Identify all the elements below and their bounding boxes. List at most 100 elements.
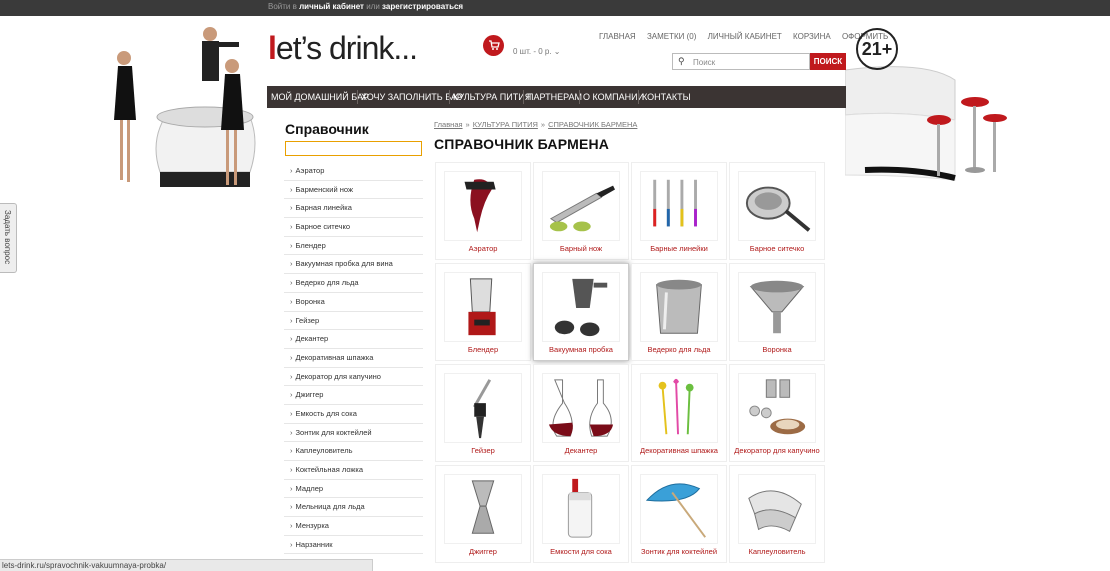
product-caption: Вакуумная пробка (549, 345, 613, 354)
ask-question-tab[interactable]: Задать вопрос (0, 203, 17, 273)
product-caption: Гейзер (471, 446, 495, 455)
sidebar-item[interactable]: Барная линейка (284, 199, 423, 219)
sidebar-filter-input[interactable] (285, 141, 422, 156)
product-caption: Емкости для сока (550, 547, 612, 556)
product-caption: Барное ситечко (749, 244, 805, 253)
product-card-drip-catcher[interactable]: Каплеуловитель (729, 465, 825, 563)
sidebar-item[interactable]: Зонтик для коктейлей (284, 424, 423, 443)
product-card-ice-bucket[interactable]: Ведерко для льда (631, 263, 727, 361)
product-caption: Блендер (467, 345, 499, 354)
ice-bucket-image (640, 272, 718, 342)
juice-container-image (542, 474, 620, 544)
cart-icon[interactable] (483, 35, 504, 56)
decanter-image (542, 373, 620, 443)
nav-item-home-bar[interactable]: МОЙ ДОМАШНИЙ БАР (271, 86, 369, 108)
sidebar-item[interactable]: Декоративная шпажка (284, 349, 423, 368)
sidebar-item[interactable]: Нарзанник (284, 536, 423, 555)
bar-people-image (114, 27, 256, 187)
product-card-juice-container[interactable]: Емкости для сока (533, 465, 629, 563)
product-card-jigger[interactable]: Джиггер (435, 465, 531, 563)
breadcrumb-current[interactable]: СПРАВОЧНИК БАРМЕНА (548, 120, 637, 129)
breadcrumb-home[interactable]: Главная (434, 120, 463, 129)
sidebar-item[interactable]: Вакуумная пробка для вина (284, 255, 423, 275)
product-card-vacuum-stopper[interactable]: Вакуумная пробка (533, 263, 629, 361)
cart-summary-text: 0 шт. - 0 р. (513, 47, 552, 56)
bar-rulers-image (640, 171, 718, 241)
sidebar-item[interactable]: Джиггер (284, 386, 423, 405)
sidebar-item[interactable]: Декоратор для капучино (284, 368, 423, 387)
ask-question-label: Задать вопрос (3, 210, 12, 265)
cart-glyph-icon (488, 40, 500, 50)
link-home[interactable]: ГЛАВНАЯ (599, 32, 636, 41)
register-link[interactable]: зарегистрироваться (382, 2, 463, 11)
sidebar-item[interactable]: Блендер (284, 237, 423, 256)
nav-item-partners[interactable]: ПАРТНЕРАМ (527, 86, 582, 108)
site-logo[interactable]: let’s drink... (268, 30, 418, 67)
blender-image (444, 272, 522, 342)
nav-divider (523, 90, 524, 104)
product-caption: Зонтик для коктейлей (640, 547, 718, 556)
nav-item-fill-bar[interactable]: ХОЧУ ЗАПОЛНИТЬ БАР (361, 86, 463, 108)
sidebar-item[interactable]: Воронка (284, 293, 423, 312)
strainer-image (738, 171, 816, 241)
account-link[interactable]: личный кабинет (299, 2, 364, 11)
breadcrumb-culture[interactable]: КУЛЬТУРА ПИТИЯ (473, 120, 538, 129)
sidebar-item[interactable]: Ведерко для льда (284, 274, 423, 293)
vacuum-stopper-image (542, 272, 620, 342)
sidebar-item[interactable]: Декантер (284, 330, 423, 349)
search-button[interactable]: ПОИСК (810, 53, 846, 70)
product-card-pourer[interactable]: Гейзер (435, 364, 531, 462)
sidebar-item[interactable]: Барное ситечко (284, 218, 423, 237)
product-caption: Джиггер (469, 547, 497, 556)
product-card-bar-rulers[interactable]: Барные линейки (631, 162, 727, 260)
sidebar-item[interactable]: Аэратор (284, 162, 423, 181)
bar-knife-image (542, 171, 620, 241)
page-title: СПРАВОЧНИК БАРМЕНА (434, 136, 610, 152)
top-links: ГЛАВНАЯ ЗАМЕТКИ (0) ЛИЧНЫЙ КАБИНЕТ КОРЗИ… (599, 32, 897, 41)
nav-item-contacts[interactable]: КОНТАКТЫ (642, 86, 691, 108)
cart-summary[interactable]: 0 шт. - 0 р. ⌄ (513, 47, 560, 56)
sidebar-title: Справочник (285, 121, 369, 137)
sidebar-item[interactable]: Мадлер (284, 480, 423, 499)
cappuccino-decorator-image (738, 373, 816, 443)
nav-divider (357, 90, 358, 104)
product-card-bar-knife[interactable]: Барный нож (533, 162, 629, 260)
product-card-strainer[interactable]: Барное ситечко (729, 162, 825, 260)
jigger-image (444, 474, 522, 544)
product-caption: Декоративная шпажка (640, 446, 718, 455)
link-account[interactable]: ЛИЧНЫЙ КАБИНЕТ (708, 32, 782, 41)
logo-text: et’s drink... (275, 30, 418, 66)
product-card-cappuccino-decorator[interactable]: Декоратор для капучино (729, 364, 825, 462)
cocktail-umbrella-image (640, 474, 718, 544)
top-bar: Войти в личный кабинет или зарегистриров… (0, 0, 1110, 16)
nav-item-about[interactable]: О КОМПАНИИ (583, 86, 644, 108)
bar-counter-image (845, 66, 1007, 181)
age-badge: 21+ (856, 28, 898, 70)
product-card-aerator[interactable]: Аэратор (435, 162, 531, 260)
search-input[interactable]: ⚲ Поиск (672, 53, 810, 70)
nav-item-drinking-culture[interactable]: КУЛЬТУРА ПИТИЯ (453, 86, 531, 108)
sidebar-item[interactable]: Емкость для сока (284, 405, 423, 424)
sidebar-item[interactable]: Каплеуловитель (284, 442, 423, 461)
product-card-funnel[interactable]: Воронка (729, 263, 825, 361)
product-card-blender[interactable]: Блендер (435, 263, 531, 361)
product-card-cocktail-pick[interactable]: Декоративная шпажка (631, 364, 727, 462)
sidebar-item[interactable]: Гейзер (284, 312, 423, 331)
status-bar-url: lets-drink.ru/spravochnik-vakuumnaya-pro… (0, 559, 373, 571)
link-notes[interactable]: ЗАМЕТКИ (0) (647, 32, 696, 41)
cocktail-pick-image (640, 373, 718, 443)
product-caption: Каплеуловитель (748, 547, 806, 556)
sidebar-item[interactable]: Коктейльная ложка (284, 461, 423, 480)
link-cart[interactable]: КОРЗИНА (793, 32, 831, 41)
sidebar-item[interactable]: Мензурка (284, 517, 423, 536)
sidebar-item[interactable]: Мельница для льда (284, 498, 423, 518)
nav-divider (449, 90, 450, 104)
login-prefix: Войти в (268, 2, 297, 11)
drip-catcher-image (738, 474, 816, 544)
product-card-cocktail-umbrella[interactable]: Зонтик для коктейлей (631, 465, 727, 563)
sidebar-item[interactable]: Барменский нож (284, 181, 423, 200)
funnel-image (738, 272, 816, 342)
search-form: ⚲ Поиск ПОИСК (672, 53, 846, 70)
logo-letter: l (268, 30, 277, 66)
product-card-decanter[interactable]: Декантер (533, 364, 629, 462)
